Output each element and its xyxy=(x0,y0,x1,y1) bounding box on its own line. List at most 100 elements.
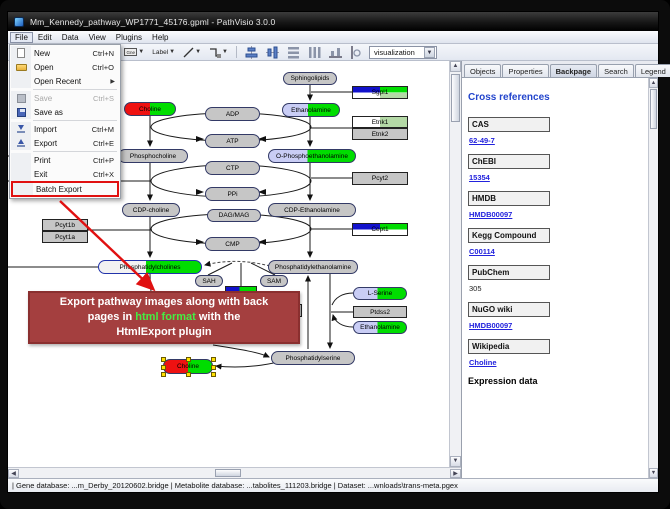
pathway-node-sam[interactable]: SAM xyxy=(260,275,288,287)
file-menu-item-export[interactable]: Export Ctrl+E xyxy=(11,136,119,150)
chevron-down-icon[interactable]: ▼ xyxy=(222,49,228,55)
tab-backpage[interactable]: Backpage xyxy=(550,64,597,77)
pathway-node-ptdss2[interactable]: Ptdss2 xyxy=(353,306,407,318)
node-label: CMP xyxy=(225,241,239,248)
pathway-node-pcyt1a[interactable]: Pcyt1a xyxy=(42,231,88,243)
file-menu-item-print[interactable]: Print Ctrl+P xyxy=(11,153,119,167)
chevron-down-icon[interactable]: ▼ xyxy=(195,49,201,55)
xref-link-kegg[interactable]: C00114 xyxy=(469,247,642,256)
menu-view[interactable]: View xyxy=(84,32,111,43)
title-bar[interactable]: Mm_Kennedy_pathway_WP1771_45176.gpml - P… xyxy=(8,12,658,31)
xref-value-pubchem: 305 xyxy=(469,284,642,293)
selection-handle[interactable] xyxy=(211,372,216,377)
scroll-right-icon[interactable]: ▶ xyxy=(450,469,461,478)
scroll-up-icon[interactable]: ▲ xyxy=(649,78,658,88)
menu-file[interactable]: File xyxy=(10,32,33,43)
scroll-up-icon[interactable]: ▲ xyxy=(450,61,461,72)
canvas-vertical-scrollbar[interactable]: ▲ ▼ xyxy=(449,61,461,467)
selection-handle[interactable] xyxy=(186,372,191,377)
pathway-node-cmp[interactable]: CMP xyxy=(205,237,260,251)
menu-plugins[interactable]: Plugins xyxy=(111,32,147,43)
pathway-node-sah[interactable]: SAH xyxy=(195,275,223,287)
file-menu-item-exit[interactable]: Exit Ctrl+X xyxy=(11,167,119,181)
selection-handle[interactable] xyxy=(186,357,191,362)
align-bottom-button[interactable] xyxy=(327,45,344,59)
xref-link-wikipedia[interactable]: Choline xyxy=(469,358,642,367)
chevron-down-icon[interactable]: ▼ xyxy=(138,49,144,55)
file-menu-item-open[interactable]: Open Ctrl+O xyxy=(11,60,119,74)
pathway-node-choline[interactable]: Choline xyxy=(124,102,176,116)
menu-data[interactable]: Data xyxy=(57,32,84,43)
pathway-node-phosphocholine[interactable]: Phosphocholine xyxy=(118,149,188,163)
panel-scroll-track[interactable] xyxy=(649,88,658,468)
pathway-node-phosphatidylethanolamine[interactable]: Phosphatidylethanolamine xyxy=(268,260,358,274)
pathway-node-phosphatidylcholines[interactable]: Phosphatidylcholines xyxy=(98,260,202,274)
scroll-down-icon[interactable]: ▼ xyxy=(450,456,461,467)
panel-scroll-thumb[interactable] xyxy=(650,89,657,129)
xref-link-cas[interactable]: 62-49-7 xyxy=(469,136,642,145)
file-menu-item-new[interactable]: New Ctrl+N xyxy=(11,46,119,60)
tab-objects[interactable]: Objects xyxy=(464,64,501,77)
pathway-node-dag-mag[interactable]: DAG/MAG xyxy=(207,209,261,222)
horizontal-scroll-track[interactable] xyxy=(19,469,450,478)
selection-handle[interactable] xyxy=(161,372,166,377)
pathway-node-cept1[interactable]: Cept1 xyxy=(352,223,408,236)
xref-link-hmdb[interactable]: HMDB00097 xyxy=(469,210,642,219)
scroll-left-icon[interactable]: ◀ xyxy=(8,469,19,478)
datanode-tool-button[interactable]: Gne ▼ xyxy=(122,45,146,59)
panel-vertical-scrollbar[interactable]: ▲ ▼ xyxy=(648,78,658,478)
pathway-node-sphingolipids[interactable]: Sphingolipids xyxy=(283,72,337,85)
file-menu-item-import[interactable]: Import Ctrl+M xyxy=(11,122,119,136)
selection-handle[interactable] xyxy=(161,365,166,370)
pathway-node-cdp-ethanolamine[interactable]: CDP-Ethanolamine xyxy=(268,203,356,217)
connector-tool-button[interactable]: ▼ xyxy=(207,45,230,59)
pathway-node-etnk2[interactable]: Etnk2 xyxy=(352,128,408,140)
xref-link-nugo[interactable]: HMDB00097 xyxy=(469,321,642,330)
pathway-node-cdp-choline[interactable]: CDP-choline xyxy=(122,203,180,217)
scroll-down-icon[interactable]: ▼ xyxy=(649,468,658,478)
pathway-node-ppi[interactable]: PPi xyxy=(205,187,260,201)
pathway-node-pcyt1b[interactable]: Pcyt1b xyxy=(42,219,88,231)
file-menu-item-save-as[interactable]: Save as xyxy=(11,105,119,119)
pathway-node-o-phosphoethanolamine[interactable]: O-Phosphoethanolamine xyxy=(268,149,356,163)
chevron-down-icon[interactable]: ▼ xyxy=(169,49,175,55)
xref-link-chebi[interactable]: 15354 xyxy=(469,173,642,182)
distribute-horizontal-button[interactable] xyxy=(306,45,323,59)
tab-legend[interactable]: Legend xyxy=(635,64,670,77)
import-icon xyxy=(11,122,31,136)
selection-handle[interactable] xyxy=(211,357,216,362)
pathway-node-choline[interactable]: Choline xyxy=(163,359,213,374)
align-left-button[interactable] xyxy=(348,45,365,59)
pathway-node-atp[interactable]: ATP xyxy=(205,134,260,148)
visualization-value: visualization xyxy=(370,48,419,57)
distribute-vertical-button[interactable] xyxy=(285,45,302,59)
menu-help[interactable]: Help xyxy=(147,32,173,43)
file-menu-item-batch-export[interactable]: Batch Export xyxy=(11,181,119,197)
pathway-node-l-serine[interactable]: L-Serine xyxy=(353,287,407,300)
selection-handle[interactable] xyxy=(211,365,216,370)
pathway-node-adp[interactable]: ADP xyxy=(205,107,260,121)
pathway-node-ethanolamine[interactable]: Ethanolamine xyxy=(282,103,340,117)
tab-properties[interactable]: Properties xyxy=(502,64,548,77)
menu-edit[interactable]: Edit xyxy=(33,32,57,43)
visualization-combobox[interactable]: visualization ▼ xyxy=(369,46,437,59)
selection-handle[interactable] xyxy=(161,357,166,362)
pathway-node-etnk1[interactable]: Etnk1 xyxy=(352,116,408,128)
pathway-node-ethanolamine[interactable]: Ethanolamine xyxy=(353,321,407,334)
tab-search[interactable]: Search xyxy=(598,64,634,77)
align-center-button[interactable] xyxy=(243,45,260,59)
pathway-node-ctp[interactable]: CTP xyxy=(205,161,260,175)
canvas-horizontal-scrollbar[interactable]: ◀ ▶ xyxy=(8,467,461,478)
pathway-node-phosphatidylserine[interactable]: Phosphatidylserine xyxy=(271,351,355,365)
horizontal-scroll-thumb[interactable] xyxy=(215,469,241,477)
label-tool-button[interactable]: Label ▼ xyxy=(150,45,177,59)
chevron-down-icon[interactable]: ▼ xyxy=(424,47,435,58)
align-middle-button[interactable] xyxy=(264,45,281,59)
vertical-scroll-thumb[interactable] xyxy=(451,74,460,122)
line-tool-button[interactable]: ▼ xyxy=(181,45,203,59)
vertical-scroll-track[interactable] xyxy=(450,72,461,456)
file-menu-item-save[interactable]: Save Ctrl+S xyxy=(11,91,119,105)
pathway-node-sgpl1[interactable]: Sgpl1 xyxy=(352,86,408,99)
file-menu-item-open-recent[interactable]: Open Recent ▶ xyxy=(11,74,119,88)
pathway-node-pcyt2[interactable]: Pcyt2 xyxy=(352,172,408,185)
